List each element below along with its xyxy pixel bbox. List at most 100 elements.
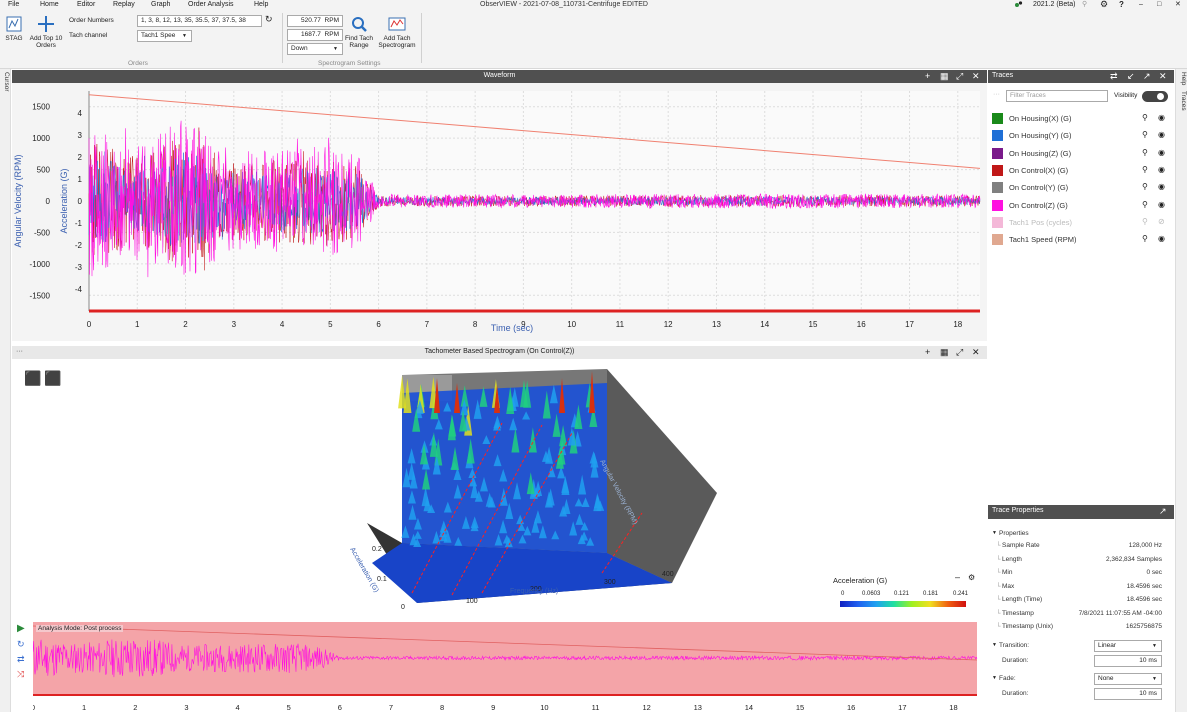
help-icon[interactable]: ?: [1119, 0, 1124, 9]
x-tick-label: 12: [664, 320, 673, 329]
collapse-icon[interactable]: ↙: [1127, 70, 1135, 82]
repeat-icon[interactable]: ⇄: [17, 654, 25, 665]
trace-properties-header: Trace Properties ↗: [988, 505, 1174, 519]
zoom-trace-icon[interactable]: ⚲: [1142, 113, 1148, 122]
expand-icon[interactable]: ⤢: [956, 346, 963, 358]
spectrogram-panel[interactable]: ⬛ ⬛ 0.2 0.1 0 100 200 300 400 Accelerati…: [12, 359, 987, 619]
rpm-unit: RPM: [324, 17, 339, 24]
close-panel-icon[interactable]: ✕: [972, 70, 980, 82]
close-panel-icon[interactable]: ✕: [1159, 70, 1167, 82]
freq-tick: 300: [604, 579, 616, 586]
trace-row[interactable]: On Control(Z) (G) ⚲ ◉: [990, 197, 1173, 213]
trace-row[interactable]: On Housing(X) (G) ⚲ ◉: [990, 110, 1173, 126]
popout-icon[interactable]: ↗: [1159, 505, 1167, 517]
maximize-button[interactable]: □: [1157, 0, 1161, 9]
trace-row[interactable]: Tach1 Speed (RPM) ⚲ ◉: [990, 231, 1173, 247]
overview-x-tick: 2: [133, 703, 137, 712]
window-title: ObserVIEW - 2021-07-08_110731-Centrifuge…: [480, 1, 648, 8]
fade-select[interactable]: None ▼: [1094, 673, 1162, 685]
rpm-min-input[interactable]: 1687.7 RPM: [287, 29, 343, 41]
menu-graph[interactable]: Graph: [151, 0, 170, 9]
visibility-toggle[interactable]: [1142, 91, 1168, 102]
zoom-trace-icon[interactable]: ⚲: [1142, 130, 1148, 139]
play-icon[interactable]: ▶: [17, 623, 25, 634]
zoom-trace-icon[interactable]: ⚲: [1142, 217, 1148, 226]
settings-gear-icon[interactable]: ⚙: [1100, 0, 1108, 9]
help-tab[interactable]: Help: [1180, 72, 1187, 85]
shuffle-icon[interactable]: ⤨: [17, 669, 24, 680]
property-key: Timestamp (Unix): [1002, 623, 1054, 630]
add-top10-orders-button[interactable]: Add Top 10 Orders: [27, 15, 65, 49]
more-options-icon[interactable]: ···: [16, 346, 23, 358]
transition-duration-input[interactable]: 10 ms: [1094, 655, 1162, 667]
tach-channel-select[interactable]: Tach1 Spee ▼: [137, 30, 192, 42]
loop-icon[interactable]: ↻: [17, 639, 25, 650]
menu-help[interactable]: Help: [254, 0, 268, 9]
minimize-button[interactable]: –: [1139, 0, 1143, 9]
stag-button[interactable]: STAG: [4, 15, 24, 42]
trace-label: On Control(Y) (G): [1009, 183, 1069, 193]
close-panel-icon[interactable]: ✕: [972, 346, 980, 358]
spectrogram-3d-chart[interactable]: 0.2 0.1 0 100 200 300 400 Acceleration (…: [342, 363, 742, 613]
eye-icon[interactable]: ◉: [1158, 148, 1165, 157]
trace-row[interactable]: On Housing(Y) (G) ⚲ ◉: [990, 127, 1173, 143]
overview-chart[interactable]: 0123456789101112131415161718: [33, 620, 987, 712]
tach-channel-label: Tach channel: [69, 32, 108, 39]
acc-tick: 0.1: [377, 576, 387, 583]
waveform-chart[interactable]: 0 1 2 3 4 5 6 7 8 9 10 11 12 13 14 15 16 17 18-1500-1000-5…: [12, 83, 987, 341]
2d-view-icon[interactable]: ⬛: [44, 370, 61, 387]
close-button[interactable]: ✕: [1175, 0, 1181, 9]
traces-tab[interactable]: Traces: [1180, 91, 1187, 111]
menu-replay[interactable]: Replay: [113, 0, 135, 9]
toggle-knob: [1157, 93, 1164, 100]
trace-row[interactable]: On Housing(Z) (G) ⚲ ◉: [990, 145, 1173, 161]
add-tach-spectrogram-button[interactable]: Add Tach Spectrogram: [378, 15, 416, 49]
eye-icon[interactable]: ◉: [1158, 182, 1165, 191]
3d-view-icon[interactable]: ⬛: [24, 370, 41, 387]
eye-off-icon[interactable]: ⊘: [1158, 217, 1165, 226]
find-tach-range-button[interactable]: Find Tach Range: [344, 15, 374, 49]
direction-select[interactable]: Down ▼: [287, 43, 343, 55]
grid-icon[interactable]: ▦: [940, 70, 949, 82]
menu-editor[interactable]: Editor: [77, 0, 95, 9]
property-value: 7/8/2021 11:07:55 AM -04:00: [1078, 609, 1162, 617]
rpm-max-input[interactable]: 520.77 RPM: [287, 15, 343, 27]
expand-icon[interactable]: ⤢: [956, 70, 963, 82]
trace-color-swatch: [992, 216, 1003, 228]
swap-icon[interactable]: ⇄: [1110, 70, 1118, 82]
cursor-tab[interactable]: Cursor: [3, 72, 10, 92]
add-icon[interactable]: +: [925, 70, 930, 82]
zoom-trace-icon[interactable]: ⚲: [1142, 165, 1148, 174]
eye-icon[interactable]: ◉: [1158, 234, 1165, 243]
transition-select[interactable]: Linear ▼: [1094, 640, 1162, 652]
find-tach-label: Find Tach Range: [344, 35, 374, 49]
x-tick-label: 14: [760, 320, 769, 329]
trace-row[interactable]: On Control(X) (G) ⚲ ◉: [990, 162, 1173, 178]
popout-icon[interactable]: ↗: [1143, 70, 1151, 82]
filter-icon[interactable]: ⚲: [1082, 0, 1087, 9]
eye-icon[interactable]: ◉: [1158, 200, 1165, 209]
zoom-trace-icon[interactable]: ⚲: [1142, 234, 1148, 243]
filter-traces-input[interactable]: Filter Traces: [1006, 90, 1108, 102]
overview-selection[interactable]: [33, 622, 977, 695]
property-key: Length (Time): [1002, 596, 1043, 603]
menu-file[interactable]: File: [8, 0, 19, 9]
trace-row[interactable]: On Control(Y) (G) ⚲ ◉: [990, 179, 1173, 195]
overview-x-tick: 6: [338, 703, 342, 712]
order-numbers-input[interactable]: 1, 3, 8, 12, 13, 35, 35.5, 37, 37.5, 38: [137, 15, 262, 27]
menu-home[interactable]: Home: [40, 0, 59, 9]
eye-icon[interactable]: ◉: [1158, 130, 1165, 139]
zoom-trace-icon[interactable]: ⚲: [1142, 200, 1148, 209]
refresh-icon[interactable]: ↻: [265, 14, 273, 25]
eye-icon[interactable]: ◉: [1158, 113, 1165, 122]
fade-duration-input[interactable]: 10 ms: [1094, 688, 1162, 700]
zoom-trace-icon[interactable]: ⚲: [1142, 148, 1148, 157]
legend-settings-icon[interactable]: ⚙: [968, 573, 975, 582]
eye-icon[interactable]: ◉: [1158, 165, 1165, 174]
trace-row[interactable]: Tach1 Pos (cycles) ⚲ ⊘: [990, 214, 1173, 230]
add-icon[interactable]: +: [925, 346, 930, 358]
tree-expand-icon[interactable]: ···: [993, 91, 1000, 98]
zoom-trace-icon[interactable]: ⚲: [1142, 182, 1148, 191]
grid-icon[interactable]: ▦: [940, 346, 949, 358]
minimize-legend-icon[interactable]: –: [955, 572, 960, 582]
